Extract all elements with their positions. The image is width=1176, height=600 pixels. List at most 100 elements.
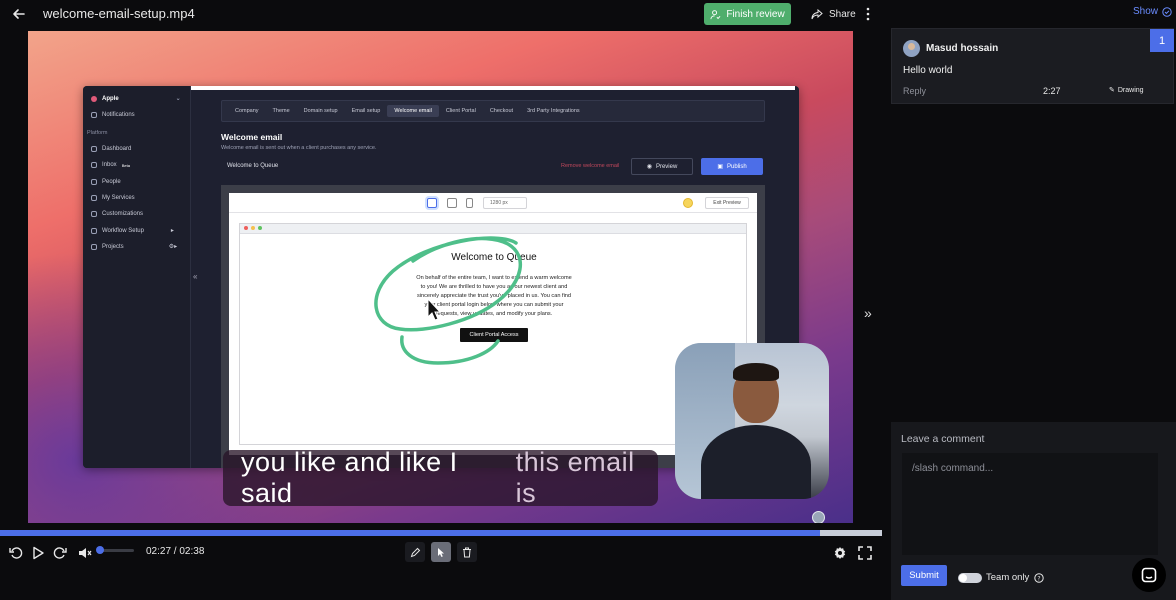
sidebar-item-my-services: My Services: [91, 195, 135, 201]
tab-welcome-email: Welcome email: [387, 105, 439, 117]
comment-timestamp[interactable]: 2:27: [1043, 86, 1061, 96]
browser-mockup: Welcome to Queue On behalf of the entire…: [239, 223, 747, 445]
tab-domain-setup: Domain setup: [303, 108, 338, 114]
width-select: 1280 px: [483, 197, 527, 209]
play-icon[interactable]: [32, 545, 44, 561]
client-portal-button: Client Portal Access: [460, 328, 528, 342]
team-only: Team only ?: [986, 572, 1045, 583]
team-only-toggle[interactable]: [958, 573, 982, 583]
help-icon[interactable]: ?: [1034, 572, 1045, 583]
beta-badge: Beta: [121, 162, 130, 168]
save-icon: ▣: [717, 164, 723, 170]
gear-icon: ⚙▸: [168, 244, 178, 250]
maximize-dot-icon: [258, 226, 262, 230]
sidebar-item-workflow-setup: Workflow Setup ▸: [91, 227, 174, 234]
forward-icon[interactable]: [53, 545, 67, 561]
preview-button: ◉ Preview: [631, 158, 693, 175]
delete-tool-button[interactable]: [457, 542, 477, 562]
services-icon: [91, 195, 97, 201]
sidebar-item-customizations: Customizations: [91, 211, 143, 217]
share-label: Share: [829, 8, 856, 20]
sidebar-item-label: Workflow Setup: [102, 227, 144, 234]
show-toggle[interactable]: Show: [1133, 6, 1172, 17]
workflow-icon: [91, 227, 97, 234]
sidebar-item-label: Inbox: [102, 162, 117, 168]
draw-tool-button[interactable]: [405, 542, 425, 562]
submit-button[interactable]: Submit: [901, 565, 947, 586]
sidebar-item-dashboard: Dashboard: [91, 146, 131, 152]
progress-fill: [0, 530, 821, 536]
sidebar-item-label: Customizations: [102, 211, 144, 217]
pencil-icon: [410, 547, 420, 557]
page-subtitle: Welcome email is sent out when a client …: [221, 145, 377, 151]
share-icon: [811, 8, 823, 19]
webcam-bubble[interactable]: [675, 343, 829, 499]
rewind-icon[interactable]: [9, 545, 23, 561]
chat-launcher-button[interactable]: [1132, 558, 1166, 592]
preview-label: Preview: [655, 163, 678, 170]
sidebar-item-label: Dashboard: [102, 146, 132, 152]
settings-tabs: Company Theme Domain setup Email setup W…: [221, 100, 765, 122]
email-title: Welcome to Queue: [451, 252, 537, 263]
comment-card[interactable]: Masud hossain 1 Hello world Reply 2:27 ✎…: [891, 28, 1174, 104]
comment-author: Masud hossain: [926, 43, 999, 54]
select-tool-button[interactable]: [431, 542, 451, 562]
projects-icon: [91, 243, 97, 250]
tablet-icon: [447, 198, 457, 208]
tab-email-setup: Email setup: [351, 108, 381, 114]
drawing-tag: ✎ Drawing: [1109, 86, 1144, 95]
share-button[interactable]: Share: [811, 5, 856, 23]
tab-checkout: Checkout: [489, 108, 514, 114]
compose-label: Leave a comment: [901, 433, 985, 445]
time-display: 02:27 / 02:38: [146, 546, 205, 557]
settings-gear-icon[interactable]: [833, 545, 847, 561]
app-sidebar: Apple ⌄ Notifications Platform Dashboard…: [83, 86, 191, 468]
desktop-icon: [427, 198, 437, 208]
mute-icon[interactable]: [78, 545, 92, 561]
comment-text: Hello world: [903, 65, 953, 76]
pointer-icon: [438, 547, 444, 557]
team-only-label: Team only: [986, 572, 1030, 583]
browser-titlebar: [240, 224, 746, 234]
user-check-icon: [710, 9, 721, 19]
avatar: [903, 40, 920, 57]
reply-button[interactable]: Reply: [903, 86, 926, 96]
comment-input[interactable]: [902, 453, 1158, 555]
phone-icon: [466, 198, 473, 208]
bell-icon: [91, 112, 97, 118]
trash-icon: [463, 547, 471, 557]
sidebar-item-label: Projects: [102, 243, 124, 250]
finish-review-button[interactable]: Finish review: [704, 3, 791, 25]
app-brand: Apple ⌄: [91, 95, 181, 102]
sidebar-item-label: Notifications: [102, 112, 135, 118]
tab-company: Company: [235, 108, 259, 114]
chevron-right-icon: ▸: [170, 228, 174, 234]
close-dot-icon: [244, 226, 248, 230]
sidebar-item-people: People: [91, 179, 121, 185]
webcam-person-body: [701, 425, 811, 499]
fullscreen-icon[interactable]: [858, 545, 872, 561]
svg-text:?: ?: [1038, 575, 1041, 582]
sidebar-item-projects: Projects ⚙▸: [91, 243, 177, 250]
preview-toolbar: 1280 px Exit Preview: [229, 193, 757, 213]
top-bar: welcome-email-setup.mp4 Finish review Sh…: [0, 0, 882, 28]
sidebar-item-inbox: Inbox Beta: [91, 162, 130, 168]
webcam-person-hair: [733, 363, 779, 381]
more-options-icon[interactable]: [862, 6, 874, 22]
email-subject: Welcome to Queue: [227, 163, 279, 169]
inbox-icon: [91, 162, 97, 168]
back-arrow-icon[interactable]: [10, 5, 28, 23]
video-frame[interactable]: Apple ⌄ Notifications Platform Dashboard…: [28, 31, 853, 523]
chat-icon: [1141, 567, 1157, 583]
volume-knob[interactable]: [96, 546, 104, 554]
progress-bar[interactable]: [0, 530, 882, 536]
expand-panel-icon[interactable]: »: [864, 305, 872, 321]
caption-upcoming: this email is: [515, 447, 635, 508]
sun-icon: [683, 198, 693, 208]
sidebar-item-label: People: [102, 179, 121, 185]
dashboard-icon: [91, 146, 97, 152]
publish-button: ▣ Publish: [701, 158, 763, 175]
chevron-down-icon: ⌄: [175, 96, 181, 102]
brush-icon: [91, 211, 97, 217]
commenter-avatar-marker[interactable]: [812, 511, 825, 523]
